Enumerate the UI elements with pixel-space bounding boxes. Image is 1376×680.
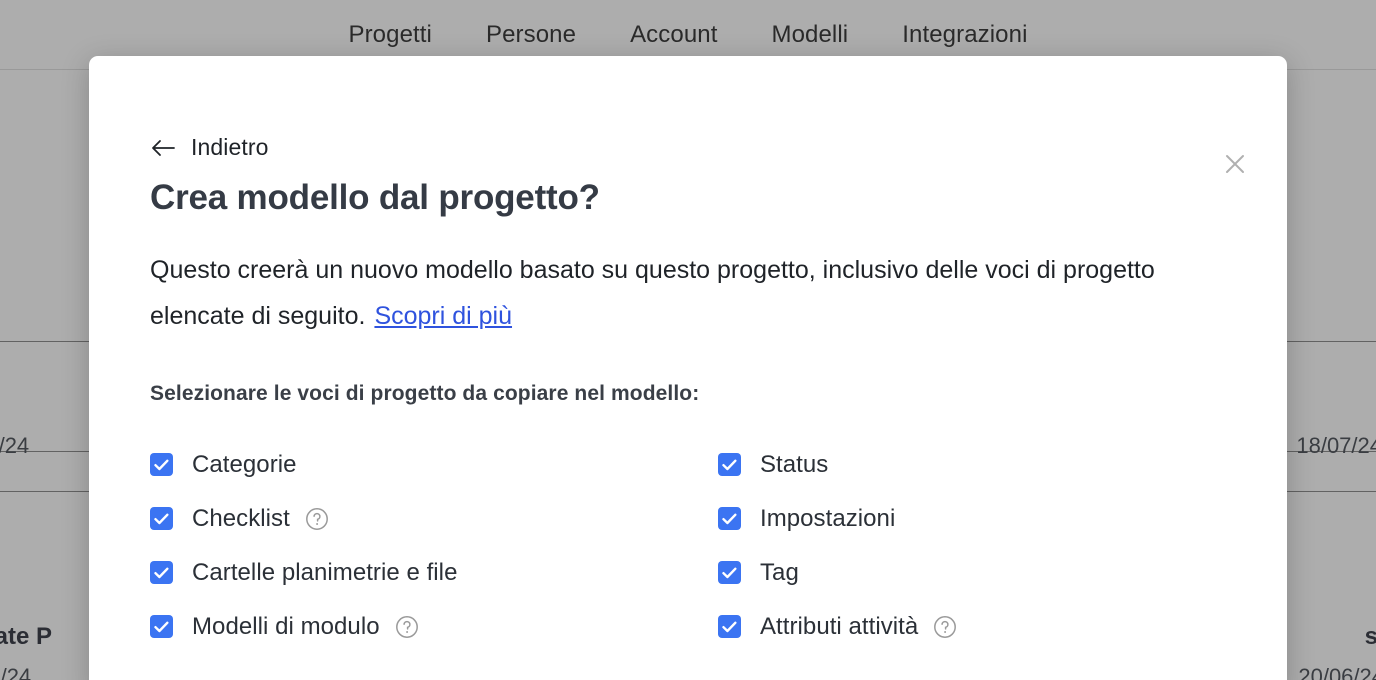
option-checklist[interactable]: Checklist (150, 492, 329, 546)
option-label: Categorie (192, 451, 297, 479)
option-label: Cartelle planimetrie e file (192, 559, 457, 587)
arrow-left-icon (150, 138, 176, 158)
help-circle-icon[interactable] (395, 615, 419, 639)
screen-root: Progetti Persone Account Modelli Integra… (0, 0, 1376, 680)
checkbox-checked-icon[interactable] (718, 561, 741, 584)
option-label: Checklist (192, 505, 290, 533)
dialog-body: Indietro Crea modello dal progetto? Ques… (150, 134, 1247, 654)
selection-prompt: Selezionare le voci di progetto da copia… (150, 382, 1247, 406)
option-label: Modelli di modulo (192, 613, 380, 641)
option-tag[interactable]: Tag (718, 546, 799, 600)
back-button-label: Indietro (191, 134, 269, 161)
option-categorie[interactable]: Categorie (150, 438, 297, 492)
dialog-description-text: Questo creerà un nuovo modello basato su… (150, 256, 1155, 330)
help-circle-icon[interactable] (305, 507, 329, 531)
checkbox-checked-icon[interactable] (718, 615, 741, 638)
option-label: Tag (760, 559, 799, 587)
checkbox-checked-icon[interactable] (150, 453, 173, 476)
learn-more-link[interactable]: Scopri di più (374, 302, 512, 330)
create-template-dialog: Indietro Crea modello dal progetto? Ques… (89, 56, 1287, 680)
checkbox-checked-icon[interactable] (718, 453, 741, 476)
option-label: Impostazioni (760, 505, 895, 533)
options-grid: Categorie Status Checklist (150, 438, 1247, 654)
checkbox-checked-icon[interactable] (150, 561, 173, 584)
checkbox-checked-icon[interactable] (150, 615, 173, 638)
back-button[interactable]: Indietro (150, 134, 269, 161)
option-label: Status (760, 451, 828, 479)
dialog-description: Questo creerà un nuovo modello basato su… (150, 247, 1210, 340)
checkbox-checked-icon[interactable] (718, 507, 741, 530)
option-status[interactable]: Status (718, 438, 828, 492)
option-label: Attributi attività (760, 613, 918, 641)
option-attributi-attivita[interactable]: Attributi attività (718, 600, 957, 654)
option-modelli-di-modulo[interactable]: Modelli di modulo (150, 600, 419, 654)
checkbox-checked-icon[interactable] (150, 507, 173, 530)
dialog-title: Crea modello dal progetto? (150, 177, 1247, 219)
help-circle-icon[interactable] (933, 615, 957, 639)
option-impostazioni[interactable]: Impostazioni (718, 492, 895, 546)
option-cartelle-planimetrie-e-file[interactable]: Cartelle planimetrie e file (150, 546, 457, 600)
